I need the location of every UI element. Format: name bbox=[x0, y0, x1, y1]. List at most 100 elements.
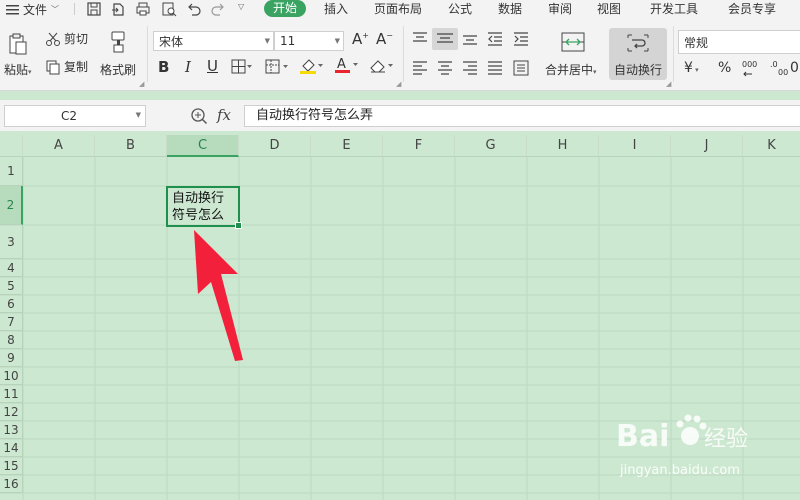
column-header-j[interactable]: J bbox=[671, 135, 743, 157]
row-header-3[interactable]: 3 bbox=[0, 225, 23, 259]
column-header-a[interactable]: A bbox=[23, 135, 95, 157]
print-preview-icon[interactable] bbox=[161, 1, 177, 17]
tab-data[interactable]: 数据 bbox=[498, 0, 522, 18]
increase-indent-icon[interactable] bbox=[513, 32, 529, 46]
redo-icon[interactable] bbox=[210, 1, 226, 17]
save-icon[interactable] bbox=[86, 1, 102, 17]
copy-button[interactable]: 复制 bbox=[45, 58, 88, 75]
align-left-icon[interactable] bbox=[412, 61, 428, 75]
tab-developer[interactable]: 开发工具 bbox=[650, 0, 698, 18]
distributed-align-icon[interactable] bbox=[513, 60, 529, 76]
increase-decimal-icon[interactable]: .0 00 bbox=[770, 59, 792, 77]
italic-icon[interactable]: I bbox=[185, 58, 191, 76]
paste-icon[interactable] bbox=[6, 30, 30, 58]
increase-font-icon[interactable]: A+ bbox=[352, 30, 369, 48]
column-header-d[interactable]: D bbox=[239, 135, 311, 157]
align-right-icon[interactable] bbox=[462, 61, 478, 75]
row-header-8[interactable]: 8 bbox=[0, 331, 23, 349]
clipboard-expand-icon[interactable]: ◢ bbox=[139, 80, 144, 88]
row-header-15[interactable]: 15 bbox=[0, 457, 23, 475]
file-menu[interactable]: 文件 ﹀ bbox=[6, 0, 59, 18]
quick-access-dropdown-icon[interactable]: ▽ bbox=[238, 2, 244, 11]
wrap-text-button[interactable]: 自动换行 bbox=[609, 28, 667, 80]
row-header-6[interactable]: 6 bbox=[0, 295, 23, 313]
percent-format-button[interactable]: % bbox=[718, 60, 731, 76]
column-header-f[interactable]: F bbox=[383, 135, 455, 157]
print-icon[interactable] bbox=[135, 1, 151, 17]
export-icon[interactable] bbox=[110, 1, 126, 17]
row-header-14[interactable]: 14 bbox=[0, 439, 23, 457]
paste-button[interactable]: 粘贴▾ bbox=[4, 61, 32, 78]
merge-center-label: 合并居中 bbox=[545, 63, 594, 77]
font-size-value: 11 bbox=[280, 34, 296, 48]
row-header-9[interactable]: 9 bbox=[0, 349, 23, 367]
column-header-g[interactable]: G bbox=[455, 135, 527, 157]
insert-function-button[interactable]: fx bbox=[217, 106, 231, 124]
zoom-search-icon[interactable] bbox=[190, 107, 208, 125]
undo-icon[interactable] bbox=[186, 1, 202, 17]
name-box[interactable]: C2 ▼ bbox=[4, 105, 146, 127]
tab-view[interactable]: 视图 bbox=[597, 0, 621, 18]
column-header-c[interactable]: C bbox=[167, 135, 239, 157]
number-format-select[interactable]: 常规 bbox=[678, 30, 800, 54]
tab-home[interactable]: 开始 bbox=[264, 0, 307, 17]
yen-icon: ¥ bbox=[684, 60, 693, 76]
format-painter-label[interactable]: 格式刷 bbox=[100, 61, 136, 78]
row-header-1[interactable]: 1 bbox=[0, 157, 23, 186]
tab-member[interactable]: 会员专享 bbox=[728, 0, 776, 18]
column-header-h[interactable]: H bbox=[527, 135, 599, 157]
row-header-5[interactable]: 5 bbox=[0, 277, 23, 295]
underline-icon[interactable]: U bbox=[207, 57, 218, 75]
tab-insert[interactable]: 插入 bbox=[324, 0, 348, 18]
row-header-13[interactable]: 13 bbox=[0, 421, 23, 439]
selected-cell-c2[interactable]: 自动换行 符号怎么 bbox=[166, 186, 242, 229]
cut-button[interactable]: 剪切 bbox=[45, 30, 88, 47]
align-bottom-icon[interactable] bbox=[462, 32, 478, 46]
clear-format-icon[interactable] bbox=[368, 57, 396, 75]
decrease-font-icon[interactable]: A− bbox=[376, 30, 393, 48]
row-header-10[interactable]: 10 bbox=[0, 367, 23, 385]
font-size-select[interactable]: 11 ▼ bbox=[274, 31, 344, 51]
annotation-arrow bbox=[186, 226, 248, 364]
row-header-16[interactable]: 16 bbox=[0, 475, 23, 493]
file-menu-label: 文件 bbox=[23, 2, 48, 17]
row-header-2[interactable]: 2 bbox=[0, 186, 23, 225]
row-header-4[interactable]: 4 bbox=[0, 259, 23, 277]
column-header-i[interactable]: I bbox=[599, 135, 671, 157]
currency-format-button[interactable]: ¥ ▾ bbox=[684, 60, 699, 76]
align-middle-icon[interactable] bbox=[432, 28, 458, 50]
chevron-down-icon: ▼ bbox=[135, 111, 141, 119]
tab-page-layout[interactable]: 页面布局 bbox=[374, 0, 422, 18]
format-painter-icon[interactable] bbox=[106, 28, 130, 56]
alignment-expand-icon[interactable]: ◢ bbox=[666, 80, 671, 88]
bold-icon[interactable]: B bbox=[158, 58, 169, 76]
tab-formulas[interactable]: 公式 bbox=[448, 0, 472, 18]
align-center-icon[interactable] bbox=[437, 61, 453, 75]
merge-center-button[interactable]: 合并居中▾ bbox=[545, 61, 597, 78]
decrease-indent-icon[interactable] bbox=[487, 32, 503, 46]
align-top-icon[interactable] bbox=[412, 32, 428, 46]
decrease-decimal-icon[interactable]: 0 bbox=[790, 60, 799, 76]
tab-review[interactable]: 审阅 bbox=[548, 0, 572, 18]
fill-style-icon[interactable] bbox=[265, 59, 291, 75]
thousands-separator-icon[interactable]: 000 bbox=[742, 59, 764, 77]
column-header-e[interactable]: E bbox=[311, 135, 383, 157]
column-header-b[interactable]: B bbox=[95, 135, 167, 157]
column-header-k[interactable]: K bbox=[743, 135, 800, 157]
divider bbox=[403, 26, 404, 82]
row-header-7[interactable]: 7 bbox=[0, 313, 23, 331]
merge-center-icon[interactable] bbox=[561, 32, 585, 52]
svg-text:A: A bbox=[337, 57, 346, 72]
border-icon[interactable] bbox=[231, 59, 253, 75]
svg-text:000: 000 bbox=[742, 60, 757, 69]
font-expand-icon[interactable]: ◢ bbox=[396, 80, 401, 88]
row-header-12[interactable]: 12 bbox=[0, 403, 23, 421]
formula-input[interactable]: 自动换行符号怎么弄 bbox=[244, 105, 800, 127]
font-name-select[interactable]: 宋体 ▼ bbox=[153, 31, 274, 51]
font-color-icon[interactable]: A bbox=[334, 56, 360, 74]
fill-color-icon[interactable] bbox=[299, 57, 325, 75]
row-header-11[interactable]: 11 bbox=[0, 385, 23, 403]
select-all-corner[interactable] bbox=[0, 135, 23, 157]
justify-icon[interactable] bbox=[487, 61, 503, 75]
wrap-text-icon bbox=[626, 33, 650, 53]
